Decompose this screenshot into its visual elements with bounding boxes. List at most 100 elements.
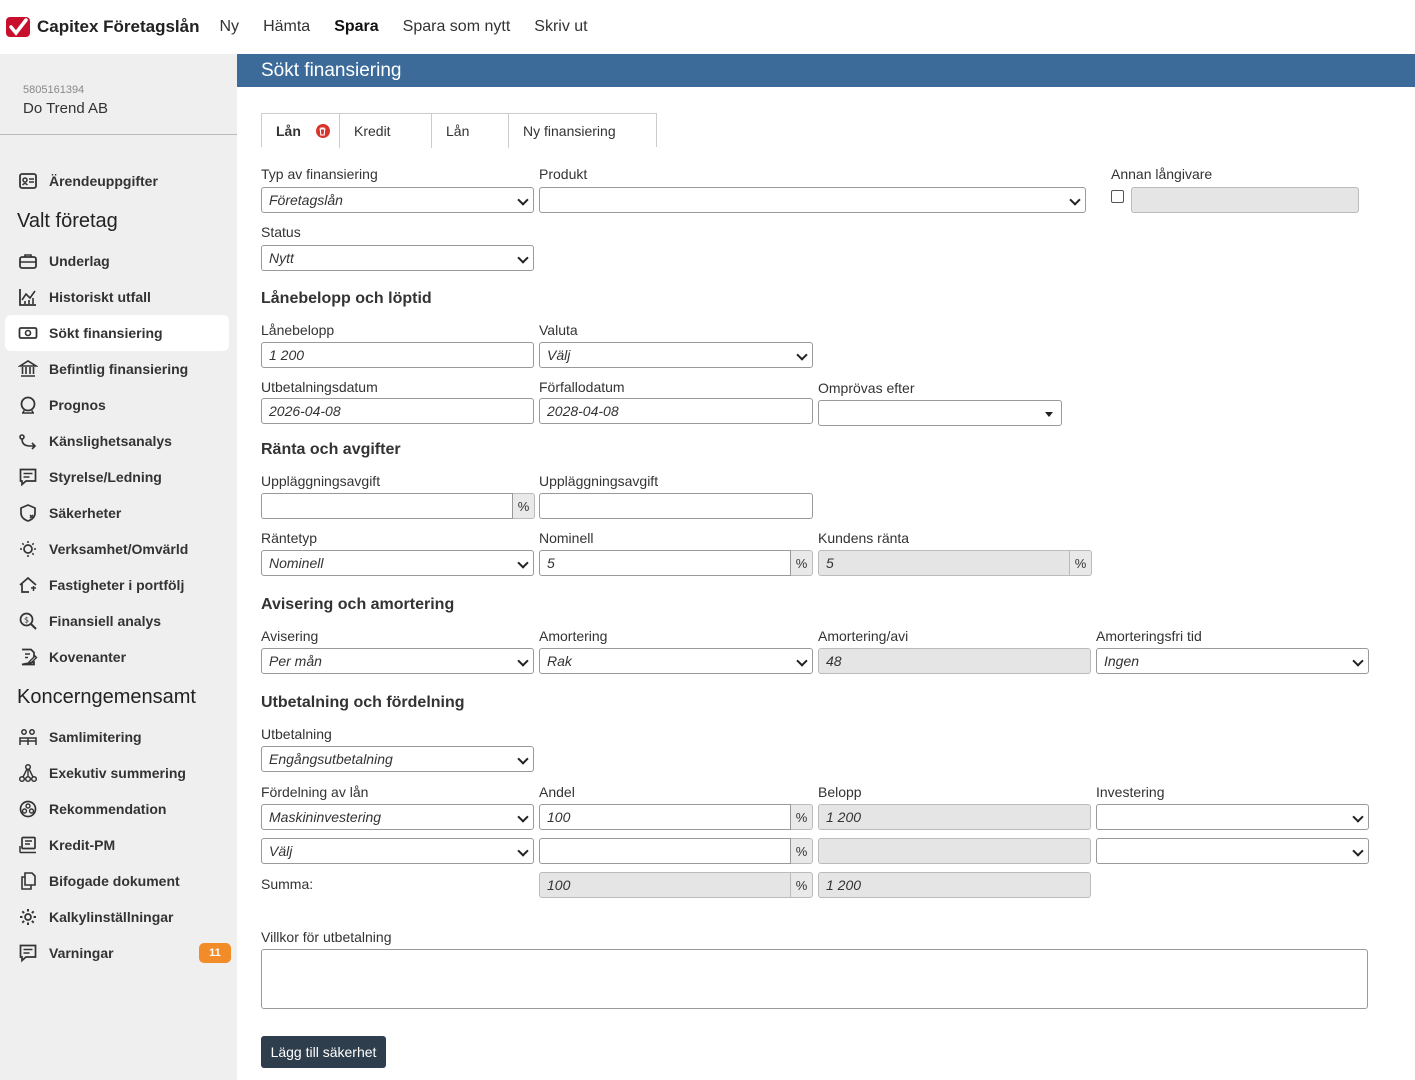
shield-icon <box>20 504 36 522</box>
sidebar-item-fastigheter[interactable]: Fastigheter i portfölj <box>5 567 229 603</box>
villkor-textarea[interactable] <box>261 949 1368 1009</box>
financing-tabs: Lån Kredit Lån Ny finansiering <box>261 113 657 148</box>
typ-value: Företagslån <box>269 192 343 208</box>
sidebar-item-befintlig-finansiering[interactable]: Befintlig finansiering <box>5 351 229 387</box>
sidebar-item-kanslighetsanalys[interactable]: Känslighetsanalys <box>5 423 229 459</box>
bank-icon <box>18 360 38 377</box>
amorteringsfri-value: Ingen <box>1104 653 1140 669</box>
produkt-select[interactable] <box>539 187 1086 213</box>
sidebar-item-varningar[interactable]: Varningar 11 <box>5 935 231 971</box>
percent-addon: % <box>791 550 813 576</box>
investering-select-1[interactable] <box>1096 804 1369 830</box>
summa-andel-input: 100 <box>539 872 791 898</box>
nav-ny[interactable]: Ny <box>220 18 240 36</box>
sidebar-item-label: Historiskt utfall <box>49 289 151 305</box>
sidebar-item-exekutiv-summering[interactable]: Exekutiv summering <box>5 755 229 791</box>
sidebar-item-verksamhet-omvarld[interactable]: Verksamhet/Omvärld <box>5 531 229 567</box>
nav-spara[interactable]: Spara <box>334 18 378 36</box>
fordelning-select-1[interactable]: Maskininvestering <box>261 804 534 830</box>
percent-addon: % <box>791 804 813 830</box>
andel-input-1[interactable]: 100 <box>539 804 791 830</box>
valuta-select[interactable]: Välj <box>539 342 813 368</box>
house-icon <box>19 576 37 593</box>
tab-lan-active[interactable]: Lån <box>262 114 340 148</box>
brand[interactable]: Capitex Företagslån <box>5 16 200 38</box>
fordelning-select-2[interactable]: Välj <box>261 838 534 864</box>
sidebar-item-historiskt-utfall[interactable]: Historiskt utfall <box>5 279 229 315</box>
sidebar-item-sokt-finansiering[interactable]: Sökt finansiering <box>5 315 229 351</box>
typ-label: Typ av finansiering <box>261 166 378 182</box>
annan-langivare-checkbox[interactable] <box>1111 190 1124 203</box>
company-name: Do Trend AB <box>23 100 109 117</box>
rantetyp-value: Nominell <box>269 555 324 571</box>
tab-kredit[interactable]: Kredit <box>340 114 432 148</box>
produkt-label: Produkt <box>539 166 588 182</box>
capitex-logo-icon <box>6 17 30 37</box>
sidebar-item-label: Kalkylinställningar <box>49 909 174 925</box>
annan-langivare-input <box>1131 187 1359 213</box>
lanebelopp-label: Lånebelopp <box>261 322 335 338</box>
sidebar-item-underlag[interactable]: Underlag <box>5 243 229 279</box>
sidebar-item-label: Kredit-PM <box>49 837 116 853</box>
amortering-avi-input: 48 <box>818 648 1091 674</box>
sidebar-item-finansiell-analys[interactable]: $ Finansiell analys <box>5 603 229 639</box>
sidebar-item-label: Exekutiv summering <box>49 765 186 781</box>
tab-lan[interactable]: Lån <box>432 114 509 148</box>
forfallodatum-input[interactable]: 2028-04-08 <box>539 398 813 424</box>
andel-input-2[interactable] <box>539 838 791 864</box>
status-select[interactable]: Nytt <box>261 245 534 271</box>
sidebar-item-label: Bifogade dokument <box>49 873 180 889</box>
lanebelopp-input[interactable]: 1 200 <box>261 342 534 368</box>
nav-skriv-ut[interactable]: Skriv ut <box>534 18 587 36</box>
percent-addon: % <box>791 838 813 864</box>
sidebar-item-label: Verksamhet/Omvärld <box>49 541 189 557</box>
fordelning-label: Fördelning av lån <box>261 784 369 800</box>
typ-select[interactable]: Företagslån <box>261 187 534 213</box>
sidebar-item-styrelse-ledning[interactable]: Styrelse/Ledning <box>5 459 229 495</box>
fordelning-value-1: Maskininvestering <box>269 809 382 825</box>
upplaggningsavgift-pct-label: Uppläggningsavgift <box>261 473 381 489</box>
sidebar-item-label: Ärendeuppgifter <box>49 173 158 189</box>
gear-icon <box>20 909 36 925</box>
avisering-select[interactable]: Per mån <box>261 648 534 674</box>
sidebar-item-bifogade-dokument[interactable]: Bifogade dokument <box>5 863 229 899</box>
crystal-ball-icon <box>20 396 36 414</box>
app-name: Capitex Företagslån <box>37 17 200 36</box>
nominell-input[interactable]: 5 <box>539 550 791 576</box>
upplaggningsavgift-pct-input[interactable] <box>261 493 513 519</box>
sidebar-item-arendeuppgifter[interactable]: Ärendeuppgifter <box>5 163 229 199</box>
sidebar-item-prognos[interactable]: Prognos <box>5 387 229 423</box>
rantetyp-select[interactable]: Nominell <box>261 550 534 576</box>
kundens-ranta-value: 5 <box>826 555 834 571</box>
nominell-value: 5 <box>547 555 555 571</box>
group-icon <box>19 729 37 745</box>
tab-ny-finansiering[interactable]: Ny finansiering <box>509 114 656 148</box>
omprovas-label: Omprövas efter <box>818 380 915 396</box>
omprovas-select[interactable] <box>818 400 1062 426</box>
lightbulb-icon <box>20 541 36 557</box>
amortering-select[interactable]: Rak <box>539 648 813 674</box>
avisering-value: Per mån <box>269 653 322 669</box>
sidebar-item-kredit-pm[interactable]: Kredit-PM <box>5 827 229 863</box>
kundens-ranta-label: Kundens ränta <box>818 530 910 546</box>
nav-hamta[interactable]: Hämta <box>263 18 310 36</box>
upplaggningsavgift-label: Uppläggningsavgift <box>539 473 659 489</box>
investering-select-2[interactable] <box>1096 838 1369 864</box>
add-sakerhet-button[interactable]: Lägg till säkerhet <box>261 1036 386 1068</box>
sidebar-item-kalkylinstallningar[interactable]: Kalkylinställningar <box>5 899 229 935</box>
sidebar-item-sakerheter[interactable]: Säkerheter <box>5 495 229 531</box>
amorteringsfri-select[interactable]: Ingen <box>1096 648 1369 674</box>
utbetalning-select[interactable]: Engångsutbetalning <box>261 746 534 772</box>
trash-icon[interactable] <box>315 124 330 138</box>
sidebar-item-label: Befintlig finansiering <box>49 361 189 377</box>
nav-spara-som-nytt[interactable]: Spara som nytt <box>403 18 511 36</box>
sidebar-item-label: Styrelse/Ledning <box>49 469 162 485</box>
lanebelopp-value: 1 200 <box>269 347 305 363</box>
utbetalningsdatum-input[interactable]: 2026-04-08 <box>261 398 534 424</box>
sidebar-item-kovenanter[interactable]: Kovenanter <box>5 639 229 675</box>
sidebar-item-rekommendation[interactable]: Rekommendation <box>5 791 229 827</box>
upplaggningsavgift-input[interactable] <box>539 493 813 519</box>
briefcase-icon <box>19 254 37 269</box>
sidebar-item-samlimitering[interactable]: Samlimitering <box>5 719 229 755</box>
utbetalning-value: Engångsutbetalning <box>269 751 393 767</box>
